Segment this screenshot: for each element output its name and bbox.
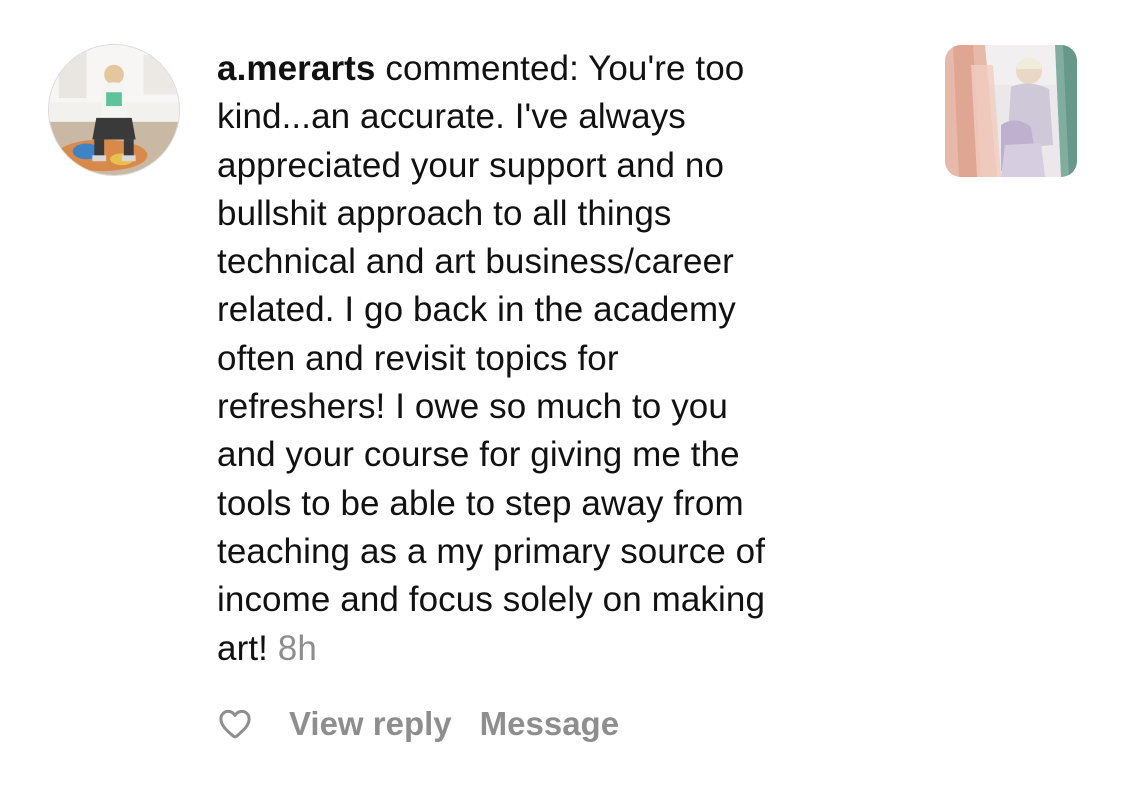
- comment-timestamp: 8h: [277, 628, 317, 668]
- comment-username[interactable]: a.merarts: [217, 49, 376, 88]
- view-reply-button[interactable]: View reply: [289, 705, 452, 743]
- heart-icon-glyph: [219, 709, 251, 739]
- message-button[interactable]: Message: [480, 705, 619, 743]
- avatar-image: [49, 45, 179, 175]
- comment-body: a.merarts commented: You're too kind...a…: [217, 45, 907, 673]
- comment-text: commented: You're too kind...an accurate…: [217, 49, 766, 668]
- heart-icon[interactable]: [217, 706, 253, 742]
- avatar[interactable]: [48, 44, 180, 176]
- comment-actions: View reply Message: [217, 700, 647, 748]
- post-thumbnail[interactable]: [945, 45, 1077, 177]
- post-thumbnail-image: [945, 45, 1077, 177]
